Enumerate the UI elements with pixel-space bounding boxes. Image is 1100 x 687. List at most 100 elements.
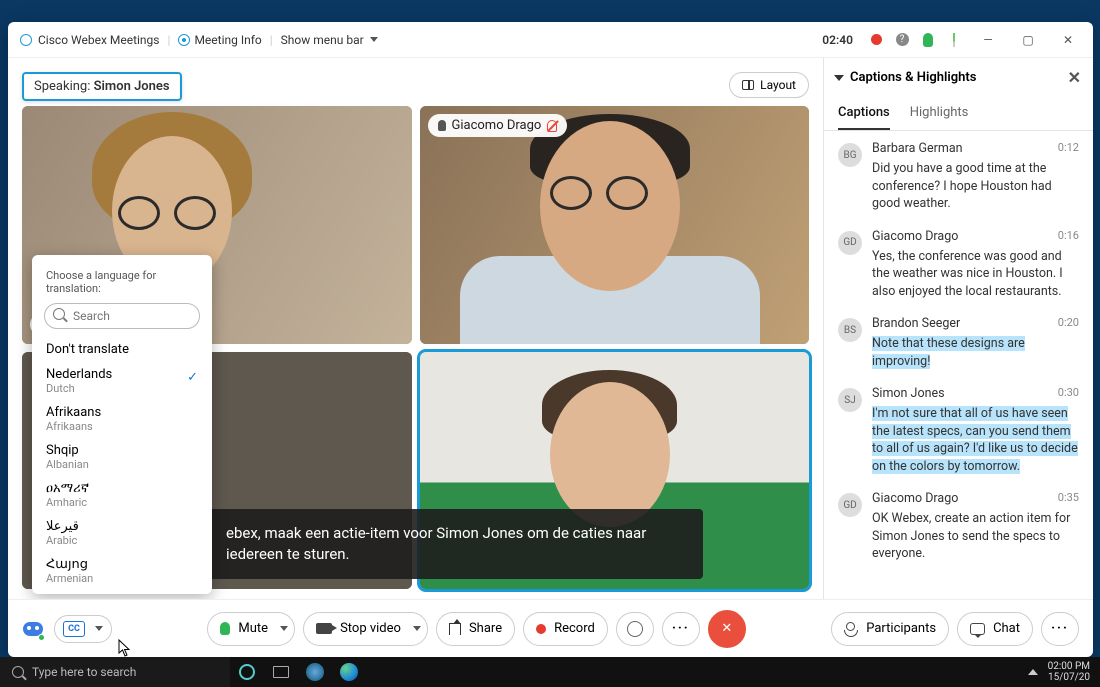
speaking-indicator: Speaking: Simon Jones: [22, 72, 182, 101]
chat-label: Chat: [993, 621, 1020, 636]
taskbar-date: 15/07/20: [1048, 672, 1090, 683]
layout-icon: [742, 80, 754, 90]
webex-assistant-icon[interactable]: [22, 618, 44, 640]
closed-captions-button[interactable]: CC: [54, 615, 112, 643]
caption-time: 0:30: [1058, 386, 1079, 401]
language-option[interactable]: قيرعلاArabic: [32, 514, 212, 552]
tray-overflow-icon[interactable]: [1028, 669, 1038, 675]
avatar: GD: [838, 493, 862, 517]
live-caption-overlay: ebex, maak een actie-item voor Simon Jon…: [208, 509, 703, 579]
chevron-down-icon[interactable]: [280, 626, 288, 631]
language-option[interactable]: ՀայոցArmenian: [32, 552, 212, 590]
avatar: SJ: [838, 388, 862, 412]
taskbar-search[interactable]: Type here to search: [0, 657, 230, 687]
participants-button[interactable]: Participants: [831, 612, 949, 646]
chat-button[interactable]: Chat: [957, 612, 1033, 646]
mic-on-icon: [438, 120, 446, 131]
record-button[interactable]: Record: [523, 612, 608, 646]
caption-text: Note that these designs are improving!: [872, 336, 1025, 369]
avatar: BG: [838, 143, 862, 167]
caption-author: Giacomo Drago: [872, 229, 958, 244]
recording-indicator-icon[interactable]: [863, 34, 889, 45]
close-icon: ✕: [721, 621, 732, 636]
stop-video-button[interactable]: Stop video: [303, 612, 428, 646]
reactions-button[interactable]: [616, 612, 654, 646]
captions-list[interactable]: BGBarbara German0:12Did you have a good …: [824, 131, 1093, 599]
show-menu-bar[interactable]: Show menu bar: [281, 33, 378, 47]
chevron-down-icon[interactable]: [413, 626, 421, 631]
caption-entry[interactable]: BGBarbara German0:12Did you have a good …: [838, 141, 1079, 213]
search-icon: [12, 666, 24, 678]
close-button[interactable]: ✕: [1049, 26, 1087, 54]
avatar: BS: [838, 318, 862, 342]
tab-highlights[interactable]: Highlights: [910, 97, 969, 130]
caption-time: 0:35: [1058, 491, 1079, 506]
caption-author: Simon Jones: [872, 386, 945, 401]
mute-button[interactable]: Mute: [207, 612, 295, 646]
caption-time: 0:16: [1058, 229, 1079, 244]
record-icon: [536, 624, 546, 634]
end-meeting-button[interactable]: ✕: [708, 610, 746, 648]
language-option[interactable]: ShqipAlbanian: [32, 438, 212, 476]
smile-icon: [627, 621, 643, 637]
stop-video-label: Stop video: [340, 621, 401, 636]
system-tray[interactable]: 02:00 PM 15/07/20: [1028, 661, 1100, 683]
caption-author: Brandon Seeger: [872, 316, 960, 331]
info-icon[interactable]: [178, 34, 190, 46]
help-icon[interactable]: ?: [889, 33, 915, 46]
language-option[interactable]: AfrikaansAfrikaans: [32, 400, 212, 438]
video-area: Speaking: Simon Jones Layout rman (Host,…: [8, 58, 823, 599]
caption-entry[interactable]: GDGiacomo Drago0:35OK Webex, create an a…: [838, 491, 1079, 563]
close-panel-button[interactable]: ✕: [1068, 68, 1081, 87]
windows-taskbar: Type here to search 02:00 PM 15/07/20: [0, 657, 1100, 687]
signal-icon: [941, 33, 967, 47]
chat-icon: [970, 623, 985, 635]
show-menu-label: Show menu bar: [281, 33, 364, 47]
language-option[interactable]: NederlandsDutch: [32, 362, 212, 400]
dots-icon: ···: [1051, 621, 1069, 636]
panel-options-button[interactable]: ···: [1041, 612, 1079, 646]
webex-logo-icon: [20, 34, 32, 46]
captions-panel: Captions & Highlights ✕ Captions Highlig…: [823, 58, 1093, 599]
mic-status-icon[interactable]: [915, 33, 941, 47]
meeting-timer: 02:40: [822, 33, 853, 47]
panel-tabs: Captions Highlights: [824, 97, 1093, 131]
app-window: Cisco Webex Meetings | Meeting Info | Sh…: [8, 22, 1093, 657]
minimize-button[interactable]: —: [969, 26, 1007, 54]
edge-icon[interactable]: [332, 657, 366, 687]
meeting-info-link[interactable]: Meeting Info: [194, 33, 261, 47]
title-bar: Cisco Webex Meetings | Meeting Info | Sh…: [8, 22, 1093, 58]
share-button[interactable]: Share: [436, 612, 515, 646]
separator: |: [270, 33, 273, 47]
caption-author: Giacomo Drago: [872, 491, 958, 506]
record-label: Record: [554, 621, 595, 636]
caption-text: Did you have a good time at the conferen…: [872, 161, 1052, 211]
collapse-icon[interactable]: [834, 75, 844, 81]
tab-captions[interactable]: Captions: [838, 97, 890, 130]
caption-text: I'm not sure that all of us have seen th…: [872, 406, 1078, 474]
language-option[interactable]: Don't translate: [32, 337, 212, 362]
share-icon: [449, 623, 461, 635]
mute-label: Mute: [238, 621, 268, 636]
caption-entry[interactable]: SJ Simon Jones 0:30 I'm not sure that all o…: [838, 386, 1079, 475]
participant-name: Giacomo Drago: [452, 118, 542, 133]
separator: |: [168, 33, 171, 47]
more-options-button[interactable]: ···: [662, 612, 700, 646]
panel-header: Captions & Highlights ✕: [824, 58, 1093, 97]
camera-icon: [316, 623, 332, 634]
cortana-icon[interactable]: [230, 657, 264, 687]
language-search-input[interactable]: [44, 303, 200, 329]
layout-label: Layout: [760, 78, 796, 92]
avatar: GD: [838, 231, 862, 255]
task-view-icon[interactable]: [264, 657, 298, 687]
caption-entry[interactable]: GDGiacomo Drago0:16Yes, the conference w…: [838, 229, 1079, 301]
chevron-down-icon: [370, 37, 378, 42]
participants-icon: [844, 622, 858, 636]
video-tile[interactable]: Giacomo Drago: [420, 106, 810, 344]
share-label: Share: [469, 621, 502, 636]
app-icon[interactable]: [298, 657, 332, 687]
language-option[interactable]: ዐአማሪኛAmharic: [32, 476, 212, 514]
maximize-button[interactable]: ▢: [1009, 26, 1047, 54]
layout-button[interactable]: Layout: [729, 72, 809, 98]
caption-entry[interactable]: BSBrandon Seeger0:20Note that these desi…: [838, 316, 1079, 370]
